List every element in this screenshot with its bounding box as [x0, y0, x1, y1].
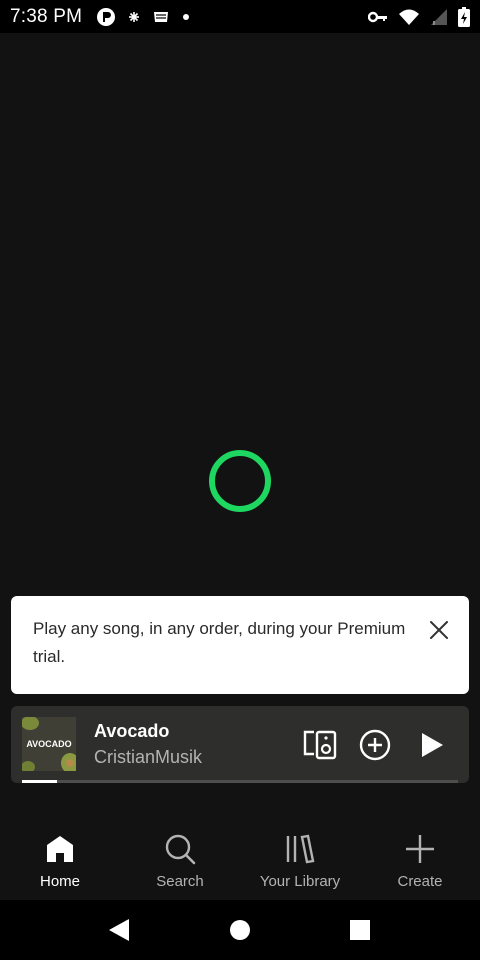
settings-small-icon	[128, 11, 140, 23]
search-icon	[163, 832, 197, 866]
wifi-icon	[398, 8, 420, 26]
nav-item-home[interactable]: Home	[0, 820, 120, 900]
android-navigation-bar	[0, 900, 480, 960]
nav-label-search: Search	[156, 873, 204, 890]
status-right-icons	[368, 6, 470, 27]
bottom-navigation: Home Search Your Library Create	[0, 820, 480, 900]
track-artist: CristianMusik	[94, 747, 203, 767]
cast-stack-icon	[152, 9, 170, 25]
dot-icon	[182, 13, 190, 21]
vpn-key-icon	[368, 10, 388, 24]
plus-icon	[403, 832, 437, 866]
app-notification-icon	[96, 7, 116, 27]
back-triangle-icon	[109, 919, 129, 941]
nav-item-create[interactable]: Create	[360, 820, 480, 900]
album-art[interactable]: AVOCADO	[22, 717, 76, 771]
home-icon	[43, 832, 77, 866]
main-content	[0, 33, 480, 820]
nav-item-search[interactable]: Search	[120, 820, 240, 900]
status-time: 7:38 PM	[10, 5, 83, 27]
home-circle-icon	[230, 920, 250, 940]
status-left-icons	[96, 7, 190, 27]
premium-trial-toast: Play any song, in any order, during your…	[11, 596, 469, 694]
track-info[interactable]: Avocado CristianMusik	[94, 721, 202, 768]
nav-item-your-library[interactable]: Your Library	[240, 820, 360, 900]
library-icon	[283, 832, 317, 866]
playback-progress-bar	[22, 780, 458, 783]
add-to-library-button[interactable]	[356, 726, 394, 764]
connect-device-icon	[303, 730, 337, 760]
nav-label-create: Create	[397, 873, 443, 890]
svg-text:AVOCADO: AVOCADO	[26, 739, 71, 749]
recents-button[interactable]	[345, 915, 375, 945]
signal-icon	[430, 8, 448, 26]
toast-text: Play any song, in any order, during your…	[33, 619, 406, 666]
play-button[interactable]	[413, 726, 451, 764]
close-icon[interactable]	[427, 618, 451, 642]
back-button[interactable]	[104, 915, 134, 945]
track-title: Avocado	[94, 721, 170, 741]
home-nav-button[interactable]	[225, 915, 255, 945]
status-bar: 7:38 PM	[0, 0, 480, 33]
nav-label-home: Home	[39, 873, 80, 890]
playback-progress-fill	[22, 780, 57, 783]
nav-label-your-library: Your Library	[259, 873, 341, 890]
play-icon	[422, 733, 443, 757]
connect-device-button[interactable]	[301, 726, 339, 764]
plus-circle-icon	[359, 729, 391, 761]
recents-square-icon	[350, 920, 370, 940]
mini-player[interactable]: AVOCADO Avocado CristianMusik	[11, 706, 469, 783]
battery-charging-icon	[458, 6, 470, 27]
loading-spinner	[209, 450, 271, 512]
